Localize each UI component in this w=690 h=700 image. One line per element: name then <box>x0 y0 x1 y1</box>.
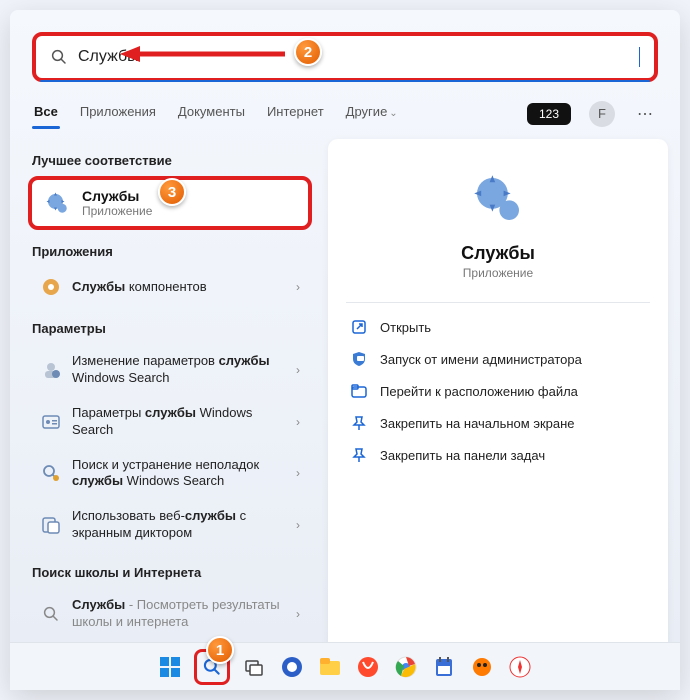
search-window: Все Приложения Документы Интернет Другие… <box>10 10 680 690</box>
annotation-badge-2: 2 <box>294 38 322 66</box>
taskbar-app-icon[interactable] <box>430 653 458 681</box>
taskbar-app-icon[interactable] <box>354 653 382 681</box>
detail-title: Службы <box>346 243 650 264</box>
detail-action-item[interactable]: Закрепить на начальном экране <box>346 407 650 439</box>
chevron-right-icon: › <box>296 466 300 480</box>
best-match-text: Службы Приложение <box>82 188 152 218</box>
search-bar-area <box>10 10 680 92</box>
web-result-item[interactable]: Службы - Посмотреть результаты школы и и… <box>28 588 312 640</box>
settings-result-item[interactable]: Изменение параметров службы Windows Sear… <box>28 344 312 396</box>
task-view-button[interactable] <box>240 653 268 681</box>
chevron-right-icon: › <box>296 415 300 429</box>
tab-apps[interactable]: Приложения <box>78 98 158 129</box>
results-area: Лучшее соответствие Службы Приложение Пр… <box>10 129 680 690</box>
filter-tabs: Все Приложения Документы Интернет Другие… <box>10 92 680 129</box>
taskbar-app-icon[interactable] <box>468 653 496 681</box>
user-avatar[interactable]: F <box>589 101 615 127</box>
detail-app-icon <box>468 169 528 229</box>
component-services-icon <box>40 276 62 298</box>
taskbar <box>10 642 680 690</box>
start-button[interactable] <box>156 653 184 681</box>
settings-item-icon <box>40 411 62 433</box>
detail-action-item[interactable]: Открыть <box>346 311 650 343</box>
chevron-right-icon: › <box>296 280 300 294</box>
file-explorer-icon[interactable] <box>316 653 344 681</box>
search-icon <box>50 48 68 66</box>
detail-panel: Службы Приложение ОткрытьЗапуск от имени… <box>328 139 668 690</box>
section-settings: Параметры <box>22 307 318 344</box>
chevron-right-icon: › <box>296 518 300 532</box>
settings-item-icon <box>40 359 62 381</box>
chevron-right-icon: › <box>296 607 300 621</box>
taskbar-app-icon[interactable] <box>278 653 306 681</box>
settings-result-item[interactable]: Поиск и устранение неполадок службы Wind… <box>28 448 312 500</box>
taskbar-app-icon[interactable] <box>506 653 534 681</box>
action-icon <box>350 446 368 464</box>
section-best-match: Лучшее соответствие <box>22 139 318 176</box>
action-icon <box>350 382 368 400</box>
more-menu[interactable]: ⋯ <box>633 104 658 124</box>
results-list: Лучшее соответствие Службы Приложение Пр… <box>22 139 322 690</box>
detail-action-item[interactable]: Запуск от имени администратора <box>346 343 650 375</box>
tab-more[interactable]: Другие⌄ <box>344 98 400 129</box>
annotation-arrow <box>120 44 290 64</box>
text-cursor <box>639 47 640 67</box>
annotation-badge-3: 3 <box>158 178 186 206</box>
services-app-icon <box>42 188 72 218</box>
tab-documents[interactable]: Документы <box>176 98 247 129</box>
section-apps: Приложения <box>22 230 318 267</box>
divider <box>346 302 650 303</box>
action-icon <box>350 318 368 336</box>
detail-action-item[interactable]: Перейти к расположению файла <box>346 375 650 407</box>
settings-result-item[interactable]: Использовать веб-службы с экранным дикто… <box>28 499 312 551</box>
section-web: Поиск школы и Интернета <box>22 551 318 588</box>
action-icon <box>350 414 368 432</box>
settings-item-icon <box>40 514 62 536</box>
tab-internet[interactable]: Интернет <box>265 98 326 129</box>
action-icon <box>350 350 368 368</box>
search-focus-underline <box>40 80 650 82</box>
tab-all[interactable]: Все <box>32 98 60 129</box>
detail-action-item[interactable]: Закрепить на панели задач <box>346 439 650 471</box>
web-search-icon <box>40 603 62 625</box>
input-indicator[interactable]: 123 <box>527 103 571 125</box>
taskbar-app-icon[interactable] <box>392 653 420 681</box>
settings-item-icon <box>40 462 62 484</box>
detail-subtitle: Приложение <box>346 266 650 280</box>
annotation-badge-1: 1 <box>206 636 234 664</box>
app-result-item[interactable]: Службы компонентов › <box>28 267 312 307</box>
chevron-right-icon: › <box>296 363 300 377</box>
settings-result-item[interactable]: Параметры службы Windows Search› <box>28 396 312 448</box>
